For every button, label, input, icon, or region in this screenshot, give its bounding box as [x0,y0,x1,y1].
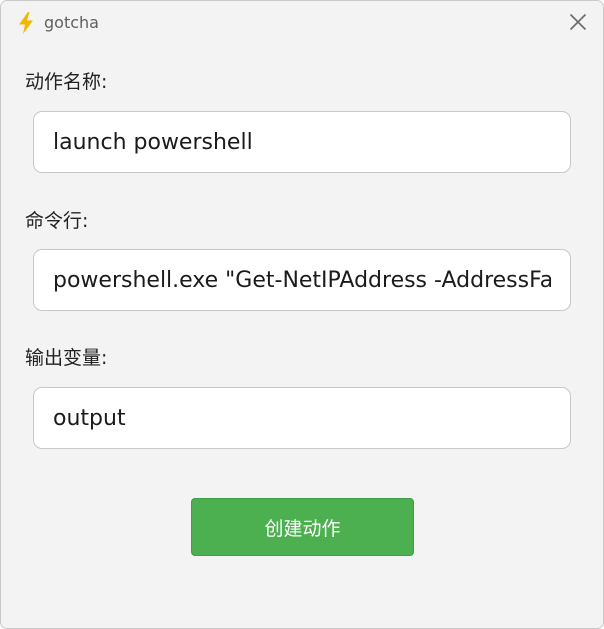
lightning-bolt-icon [17,12,35,34]
output-variable-label: 输出变量: [25,347,108,369]
dialog-window: gotcha 动作名称: 命令行: 输出变量: 创建动作 [0,0,604,629]
action-name-label: 动作名称: [25,71,108,93]
command-line-input[interactable] [33,249,571,311]
close-icon [569,13,587,35]
window-title: gotcha [44,13,99,32]
action-name-input[interactable] [33,111,571,173]
output-variable-input[interactable] [33,387,571,449]
form-body: 动作名称: 命令行: 输出变量: 创建动作 [1,45,603,628]
title-bar: gotcha [1,1,603,45]
command-line-label: 命令行: [25,210,89,232]
create-action-button[interactable]: 创建动作 [191,498,414,556]
close-button[interactable] [563,9,593,39]
